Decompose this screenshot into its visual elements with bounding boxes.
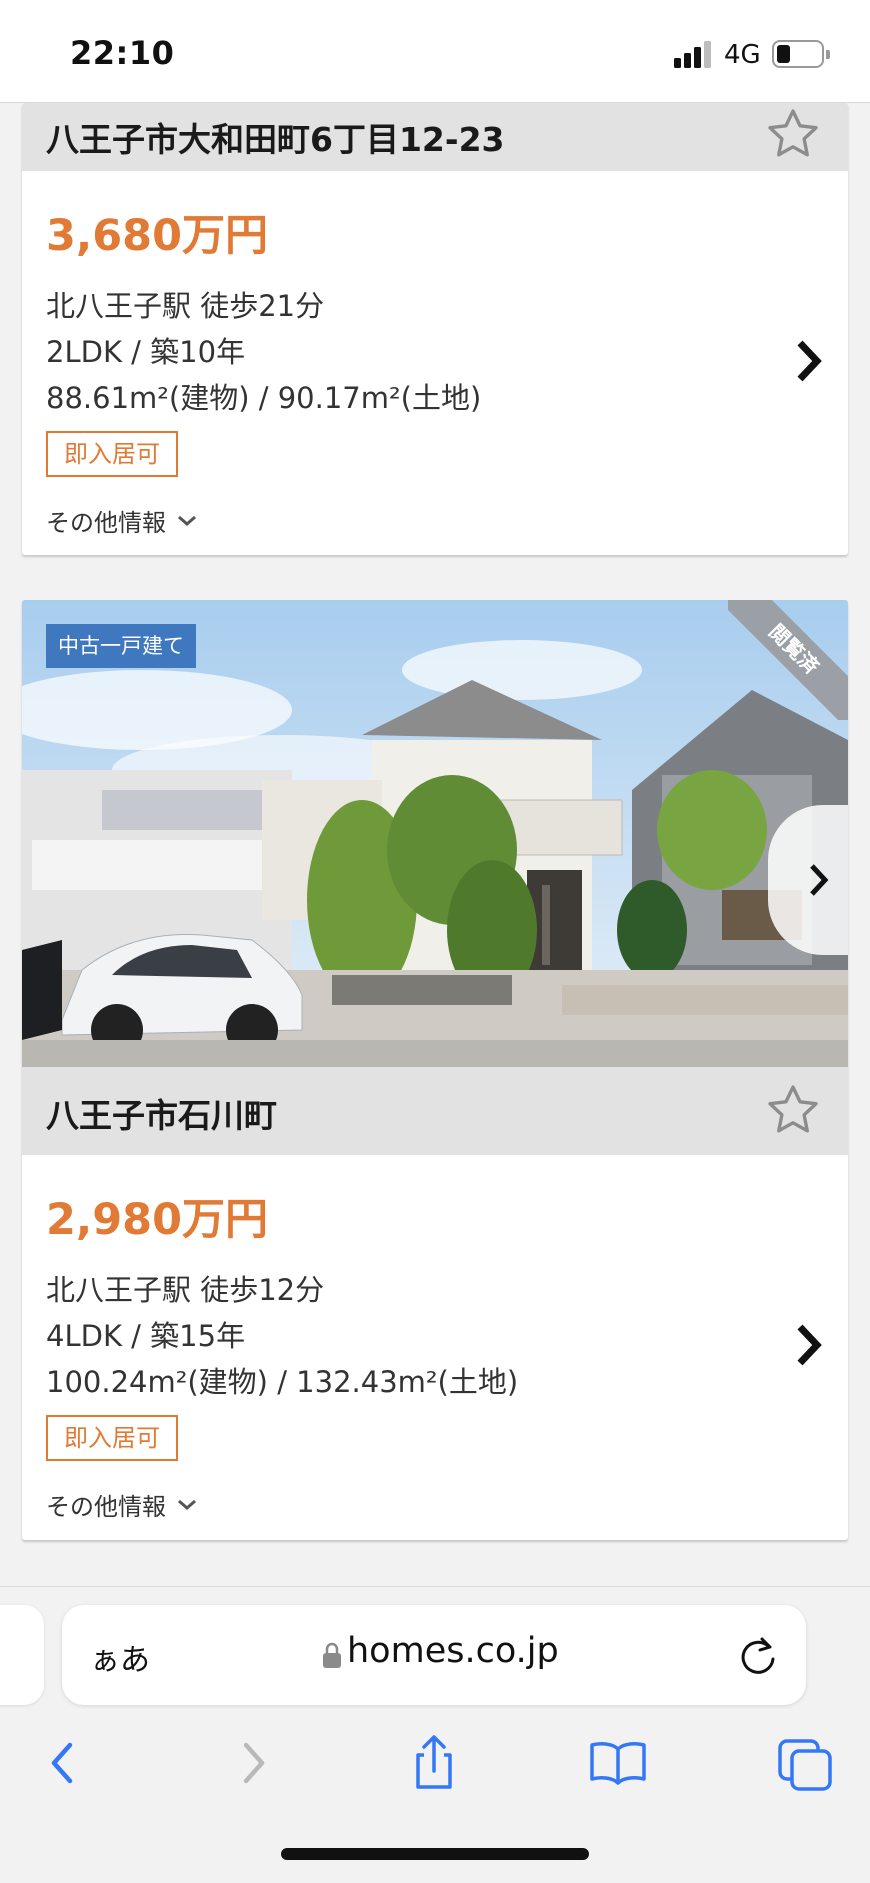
listing-card[interactable]: 中古一戸建て 閲覧済 八王子市石川町 2,980万円 北八王子駅 徒歩12分 4… [22, 600, 848, 1540]
house-photo [22, 600, 848, 1067]
listing-card[interactable]: 八王子市大和田町6丁目12-23 3,680万円 北八王子駅 徒歩21分 2LD… [22, 103, 848, 555]
more-info-toggle[interactable]: その他情報 [46, 1487, 198, 1522]
chevron-down-icon [178, 1499, 196, 1510]
listing-title-bar: 八王子市大和田町6丁目12-23 [22, 103, 848, 171]
chevron-right-icon [810, 864, 829, 896]
listing-title-bar: 八王子市石川町 [22, 1067, 848, 1155]
chevron-right-icon[interactable] [794, 339, 824, 383]
browser-toolbar [0, 1727, 870, 1817]
bookmarks-icon[interactable] [588, 1733, 648, 1793]
viewed-ribbon: 閲覧済 [728, 600, 848, 720]
signal-icon [674, 40, 712, 68]
viewed-label: 閲覧済 [764, 619, 824, 679]
listing-layout-age: 4LDK / 築15年 [46, 1319, 246, 1353]
property-type-badge: 中古一戸建て [46, 624, 196, 668]
address-bar[interactable]: ぁあ homes.co.jp [62, 1605, 806, 1705]
more-info-toggle[interactable]: その他情報 [46, 503, 198, 538]
home-indicator[interactable] [281, 1848, 589, 1860]
listing-address: 八王子市大和田町6丁目12-23 [46, 120, 505, 159]
more-info-label: その他情報 [46, 1493, 166, 1521]
listing-area: 100.24m²(建物) / 132.43m²(土地) [46, 1365, 519, 1399]
previous-tab-peek[interactable] [0, 1605, 44, 1705]
status-time: 22:10 [70, 34, 175, 72]
listing-address: 八王子市石川町 [46, 1096, 277, 1135]
listing-photo[interactable]: 中古一戸建て 閲覧済 [22, 600, 848, 1067]
url-text[interactable]: homes.co.jp [347, 1631, 559, 1671]
status-bar: 22:10 4G [0, 0, 870, 103]
network-label: 4G [724, 40, 761, 70]
star-icon[interactable] [764, 1081, 822, 1139]
listing-price: 2,980万円 [46, 1195, 269, 1245]
move-in-tag: 即入居可 [46, 431, 178, 477]
listing-station: 北八王子駅 徒歩12分 [46, 1273, 325, 1307]
more-info-label: その他情報 [46, 509, 166, 537]
listing-area: 88.61m²(建物) / 90.17m²(土地) [46, 381, 482, 415]
listing-station: 北八王子駅 徒歩21分 [46, 289, 325, 323]
next-photo-button[interactable] [768, 805, 848, 955]
browser-chrome: ぁあ homes.co.jp [0, 1586, 870, 1883]
listing-layout-age: 2LDK / 築10年 [46, 335, 246, 369]
chevron-right-icon[interactable] [794, 1323, 824, 1367]
back-icon[interactable] [34, 1733, 94, 1793]
share-icon[interactable] [404, 1733, 464, 1793]
listing-price: 3,680万円 [46, 211, 269, 261]
battery-icon [772, 40, 830, 68]
reload-icon[interactable] [738, 1633, 778, 1677]
text-size-button[interactable]: ぁあ [90, 1635, 150, 1679]
star-icon[interactable] [764, 105, 822, 163]
move-in-tag: 即入居可 [46, 1415, 178, 1461]
tabs-icon[interactable] [776, 1733, 836, 1793]
chevron-down-icon [178, 515, 196, 526]
lock-icon [323, 1642, 341, 1668]
forward-icon[interactable] [222, 1733, 282, 1793]
